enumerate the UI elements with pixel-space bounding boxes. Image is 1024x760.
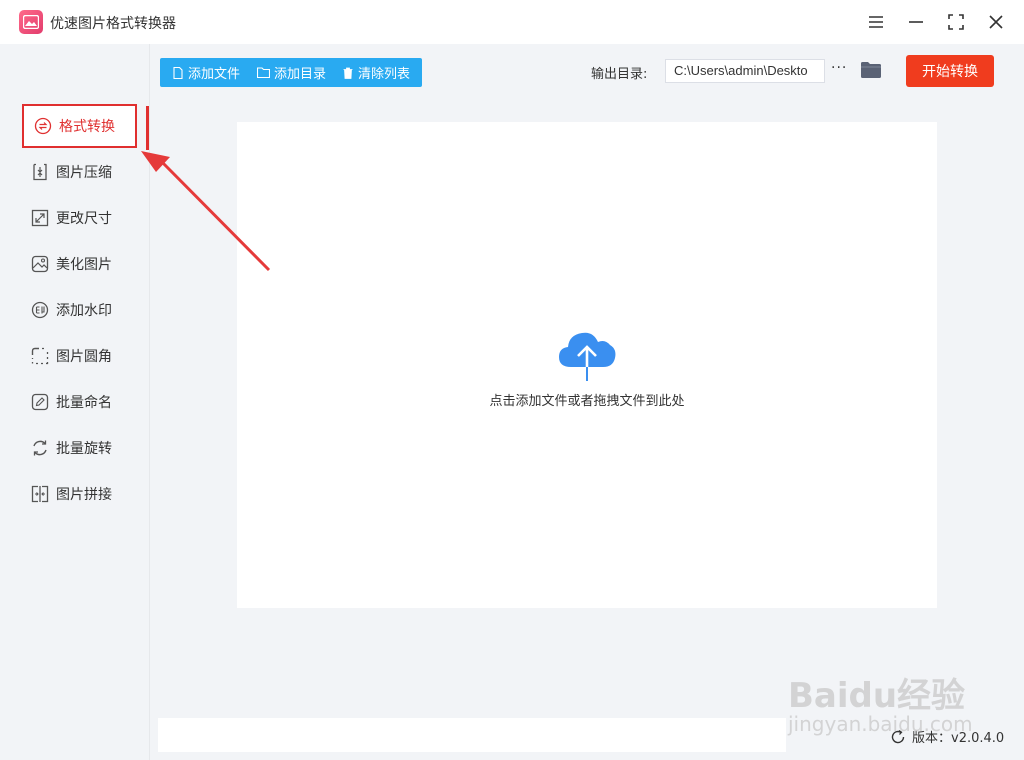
sidebar-item-watermark[interactable]: 添加水印	[30, 295, 140, 325]
browse-more-button[interactable]: ···	[831, 60, 851, 82]
compress-icon	[30, 162, 50, 182]
output-path-field[interactable]: C:\Users\admin\Deskto	[665, 59, 825, 83]
status-bar	[158, 718, 786, 752]
rename-icon	[30, 392, 50, 412]
rounded-corner-icon	[30, 346, 50, 366]
convert-icon	[33, 116, 53, 136]
menu-icon[interactable]	[866, 12, 886, 32]
sidebar-item-label: 添加水印	[56, 303, 112, 319]
trash-icon	[342, 67, 354, 79]
watermark-logo: Baidu经验	[788, 676, 966, 716]
sidebar-item-label: 图片圆角	[56, 349, 112, 365]
add-folder-button[interactable]: 添加目录	[256, 63, 326, 82]
sidebar-item-label: 格式转换	[59, 119, 115, 135]
open-folder-icon[interactable]	[860, 61, 882, 81]
watermark-icon	[30, 300, 50, 320]
folder-icon	[256, 67, 270, 79]
sidebar-item-label: 更改尺寸	[56, 211, 112, 227]
maximize-icon[interactable]	[946, 12, 966, 32]
sidebar-item-beautify[interactable]: 美化图片	[30, 249, 140, 279]
sidebar-item-rotate[interactable]: 批量旋转	[30, 433, 140, 463]
sidebar-item-rename[interactable]: 批量命名	[30, 387, 140, 417]
clear-list-label: 清除列表	[358, 67, 411, 82]
title-bar: 优速图片格式转换器	[0, 0, 1024, 44]
start-convert-button[interactable]: 开始转换	[906, 55, 994, 87]
file-icon	[172, 66, 184, 79]
sidebar-item-label: 批量旋转	[56, 441, 112, 457]
clear-list-button[interactable]: 清除列表	[342, 63, 410, 82]
close-icon[interactable]	[986, 12, 1006, 32]
sidebar-item-format-convert[interactable]: 格式转换	[22, 104, 137, 148]
file-drop-zone[interactable]: 点击添加文件或者拖拽文件到此处	[237, 122, 937, 608]
sidebar-item-stitch[interactable]: 图片拼接	[30, 479, 140, 509]
cloud-upload-icon	[557, 327, 617, 382]
sidebar-item-label: 批量命名	[56, 395, 112, 411]
sidebar-item-label: 图片拼接	[56, 487, 112, 503]
file-toolbar: 添加文件 添加目录 清除列表	[160, 58, 422, 87]
sidebar-item-resize[interactable]: 更改尺寸	[30, 203, 140, 233]
add-folder-label: 添加目录	[274, 67, 327, 82]
app-title: 优速图片格式转换器	[50, 16, 176, 32]
baidu-watermark: Baidu经验 jingyan.baidu.com	[788, 668, 988, 748]
watermark-url: jingyan.baidu.com	[788, 712, 973, 736]
stitch-icon	[30, 484, 50, 504]
add-file-label: 添加文件	[188, 67, 241, 82]
sidebar-item-rounded-corner[interactable]: 图片圆角	[30, 341, 140, 371]
sidebar-item-compress[interactable]: 图片压缩	[30, 157, 140, 187]
sidebar-item-label: 美化图片	[56, 257, 112, 273]
beautify-icon	[30, 254, 50, 274]
resize-icon	[30, 208, 50, 228]
output-dir-label: 输出目录:	[591, 67, 648, 82]
drop-hint: 点击添加文件或者拖拽文件到此处	[489, 394, 685, 409]
rotate-icon	[30, 438, 50, 458]
minimize-icon[interactable]	[906, 12, 926, 32]
sidebar-item-label: 图片压缩	[56, 165, 112, 181]
app-logo-icon	[19, 10, 43, 34]
active-indicator	[146, 106, 149, 150]
add-file-button[interactable]: 添加文件	[172, 63, 240, 82]
